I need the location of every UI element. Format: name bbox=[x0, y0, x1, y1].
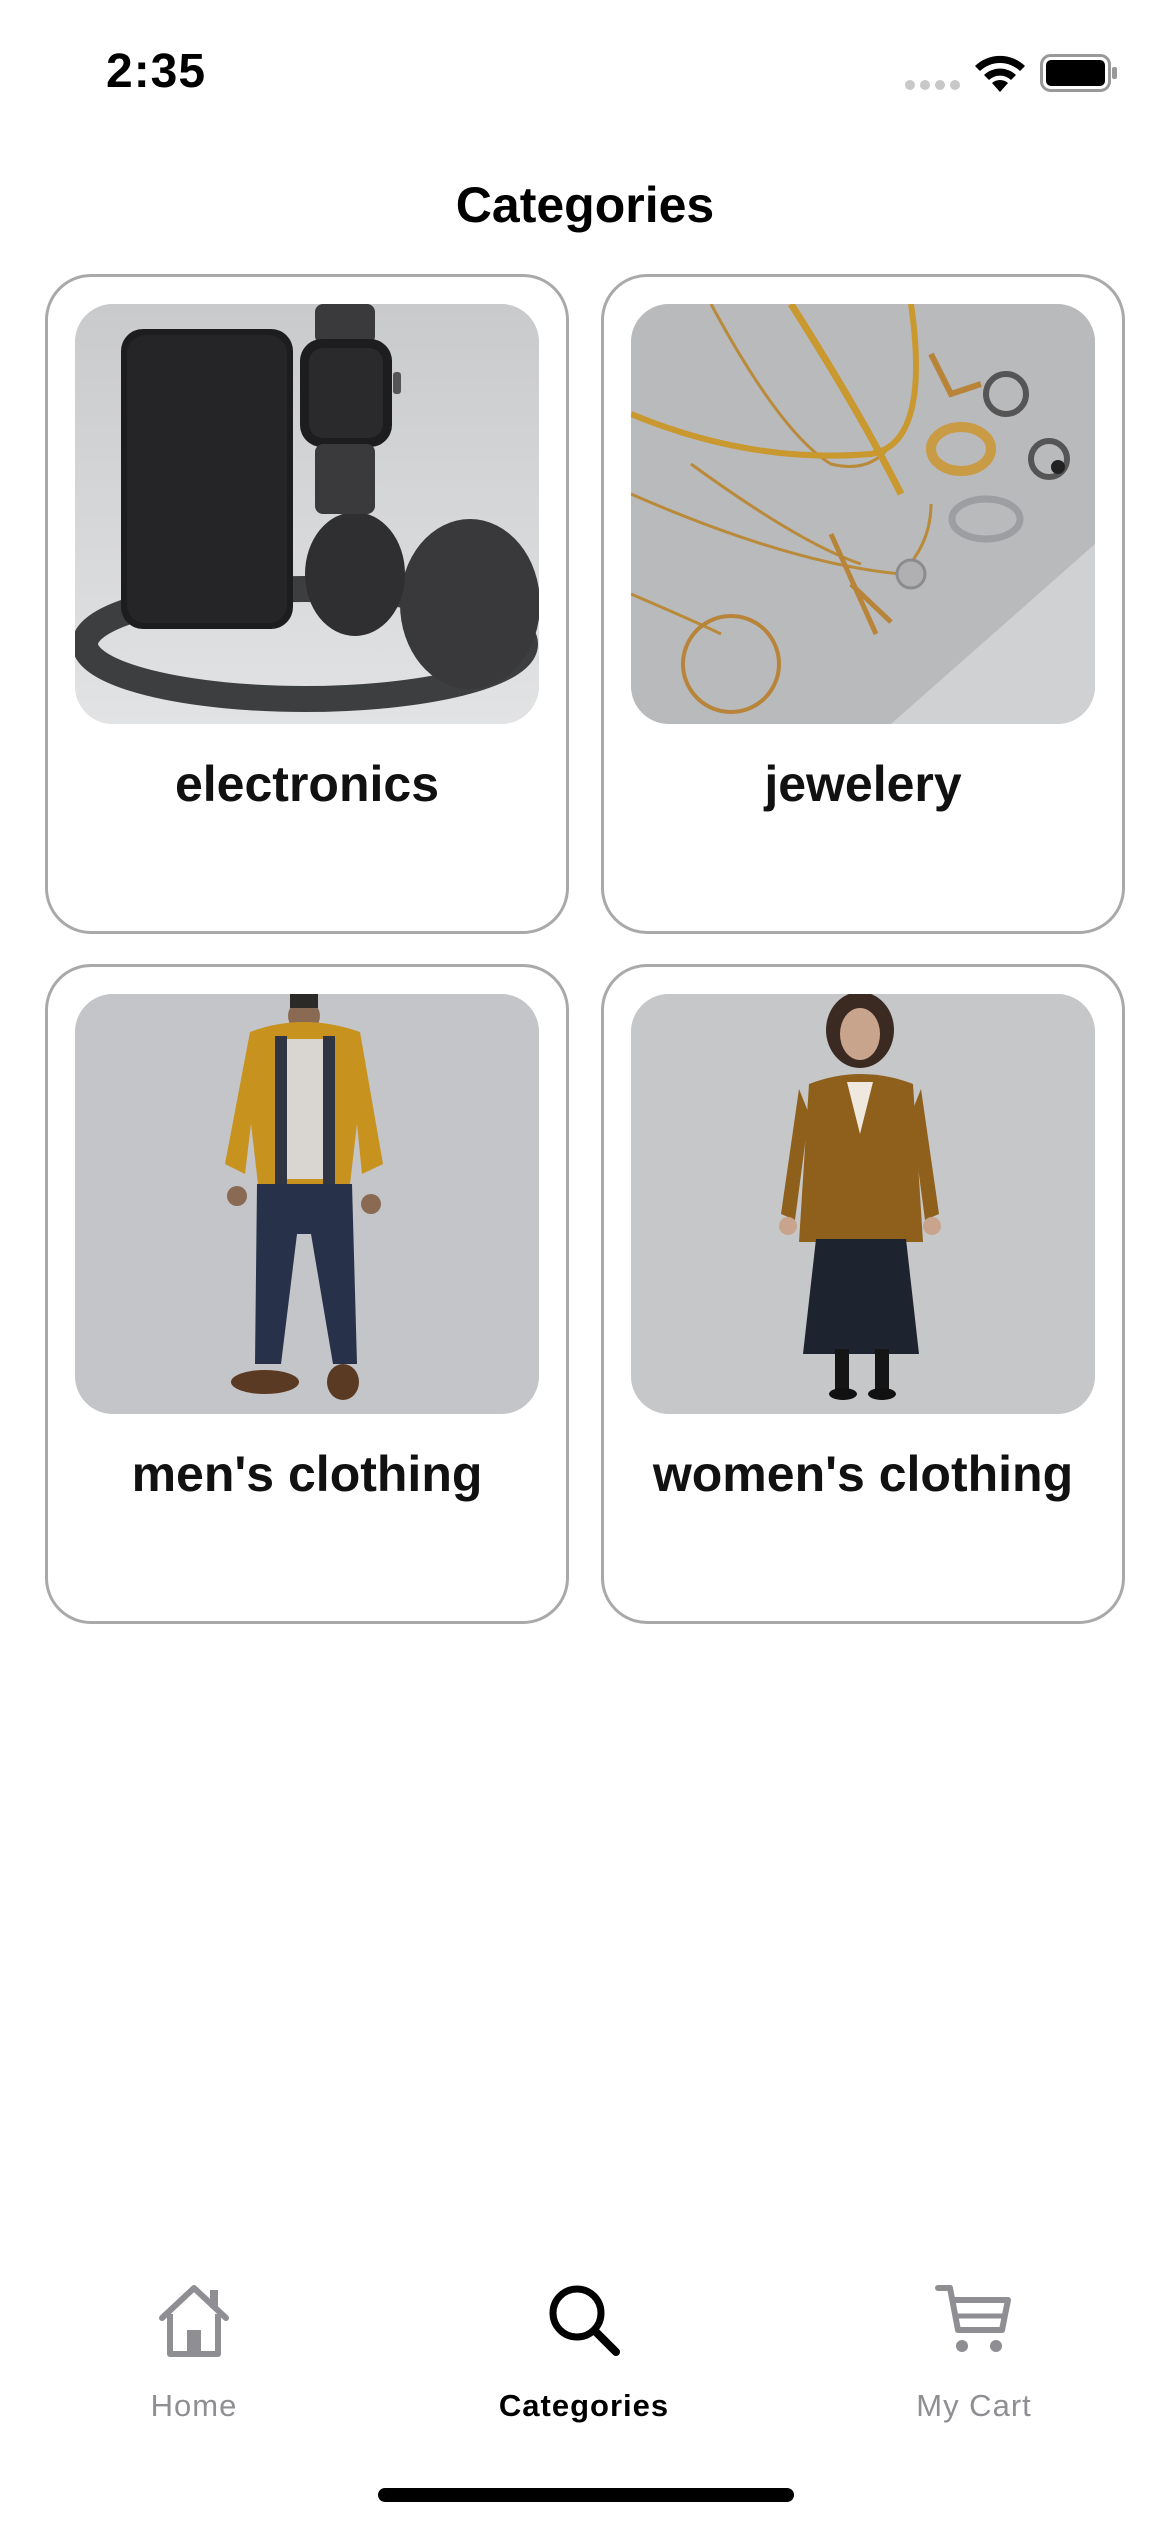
category-card-electronics[interactable]: electronics bbox=[45, 274, 569, 934]
category-label: women's clothing bbox=[652, 1446, 1074, 1502]
tab-home-label: Home bbox=[150, 2388, 238, 2423]
electronics-photo bbox=[75, 304, 539, 724]
home-indicator[interactable] bbox=[378, 2488, 794, 2502]
womens-clothing-photo bbox=[631, 994, 1095, 1414]
cellular-signal-icon bbox=[905, 80, 961, 92]
battery-icon bbox=[1040, 54, 1117, 92]
category-card-mens-clothing[interactable]: men's clothing bbox=[45, 964, 569, 1624]
cart-icon bbox=[935, 2285, 1011, 2352]
category-card-womens-clothing[interactable]: women's clothing bbox=[601, 964, 1125, 1624]
home-icon bbox=[159, 2285, 229, 2357]
category-label: electronics bbox=[174, 756, 439, 812]
page-title: Categories bbox=[455, 177, 715, 233]
tab-categories[interactable]: Categories bbox=[434, 2280, 734, 2430]
search-icon bbox=[549, 2285, 620, 2356]
category-card-jewelery[interactable]: jewelery bbox=[601, 274, 1125, 934]
wifi-icon bbox=[975, 55, 1025, 92]
category-label: jewelery bbox=[764, 756, 962, 812]
tab-home[interactable]: Home bbox=[44, 2280, 344, 2430]
tab-my-cart[interactable]: My Cart bbox=[824, 2280, 1124, 2430]
mens-clothing-photo bbox=[75, 994, 539, 1414]
category-label: men's clothing bbox=[131, 1446, 483, 1502]
jewelery-photo bbox=[631, 304, 1095, 724]
tab-categories-label: Categories bbox=[498, 2388, 670, 2423]
tab-bar: Home Categories My Cart bbox=[0, 2280, 1170, 2450]
tab-my-cart-label: My Cart bbox=[916, 2388, 1032, 2423]
status-time: 2:35 bbox=[106, 45, 207, 98]
status-bar: 2:35 bbox=[0, 0, 1170, 140]
